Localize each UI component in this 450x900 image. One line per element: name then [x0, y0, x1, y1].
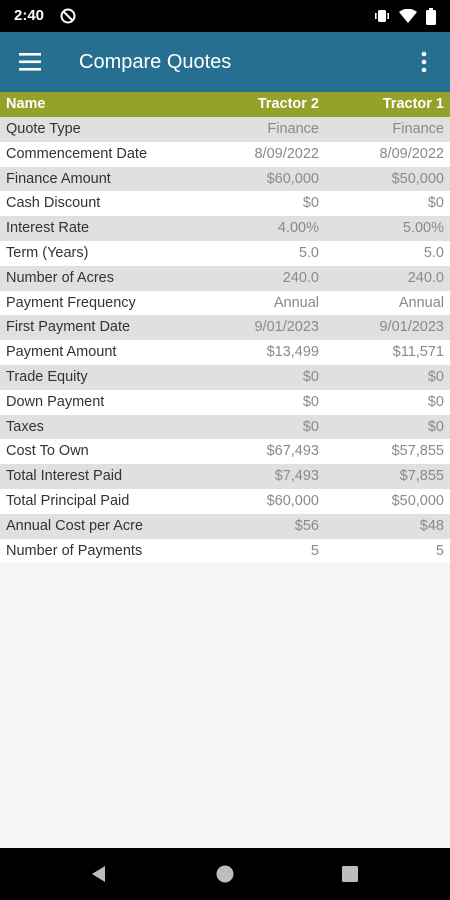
- table-row: Quote Type Finance Finance: [0, 117, 450, 142]
- table-row: First Payment Date 9/01/2023 9/01/2023: [0, 315, 450, 341]
- table-header-row: Name Tractor 2 Tractor 1: [0, 92, 450, 117]
- row-value-tractor-1: $11,571: [392, 344, 444, 361]
- row-name: Term (Years): [6, 244, 89, 261]
- row-value-tractor-1: $50,000: [391, 170, 444, 187]
- status-time: 2:40: [14, 7, 45, 24]
- header-name: Name: [6, 96, 46, 112]
- table-row: Down Payment $0 $0: [0, 389, 450, 415]
- app-bar: Compare Quotes: [0, 32, 450, 92]
- status-icons: [374, 7, 436, 25]
- row-name: First Payment Date: [6, 319, 131, 336]
- recents-icon[interactable]: [341, 865, 359, 883]
- page-title: Compare Quotes: [79, 51, 232, 73]
- row-name: Down Payment: [6, 393, 105, 410]
- table-row: Total Principal Paid $60,000 $50,000: [0, 488, 450, 514]
- row-value-tractor-1: $0: [427, 368, 444, 385]
- table-row: Trade Equity $0 $0: [0, 364, 450, 390]
- table-row: Number of Payments 5 5: [0, 538, 450, 564]
- row-value-tractor-1: $48: [419, 517, 444, 534]
- row-value-tractor-2: $7,493: [274, 468, 319, 485]
- row-value-tractor-1: $50,000: [391, 492, 444, 509]
- row-value-tractor-2: $0: [302, 418, 319, 435]
- table-row: Cost To Own $67,493 $57,855: [0, 439, 450, 465]
- table-row: Taxes $0 $0: [0, 414, 450, 440]
- header-tractor-2: Tractor 2: [257, 96, 319, 112]
- row-value-tractor-2: $67,493: [266, 443, 319, 460]
- overflow-menu-icon[interactable]: [414, 50, 434, 74]
- table-row: Cash Discount $0 $0: [0, 191, 450, 217]
- row-value-tractor-1: $0: [427, 195, 444, 212]
- row-value-tractor-1: 5.00%: [402, 220, 444, 237]
- row-value-tractor-1: 8/09/2022: [379, 145, 444, 162]
- row-name: Interest Rate: [6, 220, 90, 237]
- table-row: Interest Rate 4.00% 5.00%: [0, 216, 450, 241]
- system-nav-bar: [0, 848, 450, 900]
- row-value-tractor-2: $60,000: [266, 170, 319, 187]
- menu-icon[interactable]: [19, 51, 43, 73]
- row-value-tractor-1: Finance: [392, 121, 444, 137]
- row-name: Number of Acres: [6, 269, 114, 286]
- row-value-tractor-2: $56: [294, 517, 319, 534]
- row-value-tractor-2: 9/01/2023: [254, 319, 319, 336]
- home-icon[interactable]: [215, 864, 235, 884]
- row-value-tractor-1: $57,855: [391, 443, 444, 460]
- row-name: Cash Discount: [6, 195, 101, 212]
- table-row: Term (Years) 5.0 5.0: [0, 240, 450, 266]
- row-name: Quote Type: [6, 121, 81, 137]
- row-value-tractor-2: 5: [310, 542, 319, 559]
- row-value-tractor-2: $0: [302, 195, 319, 212]
- row-value-tractor-2: 4.00%: [277, 220, 319, 237]
- row-name: Trade Equity: [6, 368, 88, 385]
- status-bar: 2:40: [0, 0, 450, 32]
- row-name: Total Principal Paid: [6, 492, 130, 509]
- row-value-tractor-1: $0: [427, 393, 444, 410]
- header-tractor-1: Tractor 1: [382, 96, 444, 112]
- row-name: Taxes: [6, 418, 44, 435]
- table-row: Finance Amount $60,000 $50,000: [0, 166, 450, 192]
- row-name: Payment Frequency: [6, 294, 136, 311]
- row-name: Finance Amount: [6, 170, 111, 187]
- row-value-tractor-1: $7,855: [399, 468, 444, 485]
- table-row: Total Interest Paid $7,493 $7,855: [0, 464, 450, 489]
- table-body: Quote Type Finance Finance Commencement Dat…: [0, 117, 450, 564]
- row-name: Total Interest Paid: [6, 468, 123, 485]
- row-value-tractor-1: 5: [435, 542, 444, 559]
- table-row: Payment Amount $13,499 $11,571: [0, 340, 450, 365]
- quote-comparison-table: Name Tractor 2 Tractor 1 Quote Type Finan…: [0, 92, 450, 564]
- row-name: Commencement Date: [6, 145, 148, 162]
- row-value-tractor-1: Annual: [398, 294, 444, 311]
- row-value-tractor-1: 240.0: [407, 269, 444, 286]
- row-value-tractor-1: $0: [427, 418, 444, 435]
- back-icon[interactable]: [89, 864, 109, 884]
- row-value-tractor-2: Finance: [267, 121, 319, 137]
- wifi-icon: [399, 9, 417, 23]
- row-name: Cost To Own: [6, 443, 89, 460]
- table-row: Commencement Date 8/09/2022 8/09/2022: [0, 141, 450, 167]
- battery-icon: [426, 7, 436, 25]
- vibrate-icon: [375, 10, 389, 22]
- row-value-tractor-2: $60,000: [266, 492, 319, 509]
- row-name: Payment Amount: [6, 344, 117, 361]
- row-value-tractor-2: $0: [302, 368, 319, 385]
- row-value-tractor-1: 5.0: [423, 244, 444, 261]
- row-value-tractor-2: $13,499: [266, 344, 319, 361]
- table-row: Payment Frequency Annual Annual: [0, 290, 450, 316]
- row-value-tractor-2: 240.0: [282, 269, 319, 286]
- row-value-tractor-2: $0: [302, 393, 319, 410]
- do-not-disturb-icon: [60, 8, 76, 24]
- table-row: Annual Cost per Acre $56 $48: [0, 513, 450, 539]
- row-value-tractor-1: 9/01/2023: [379, 319, 444, 336]
- row-value-tractor-2: 5.0: [298, 244, 319, 261]
- row-value-tractor-2: Annual: [273, 294, 319, 311]
- row-name: Annual Cost per Acre: [6, 517, 144, 534]
- row-value-tractor-2: 8/09/2022: [254, 145, 319, 162]
- table-row: Number of Acres 240.0 240.0: [0, 265, 450, 291]
- row-name: Number of Payments: [6, 542, 143, 559]
